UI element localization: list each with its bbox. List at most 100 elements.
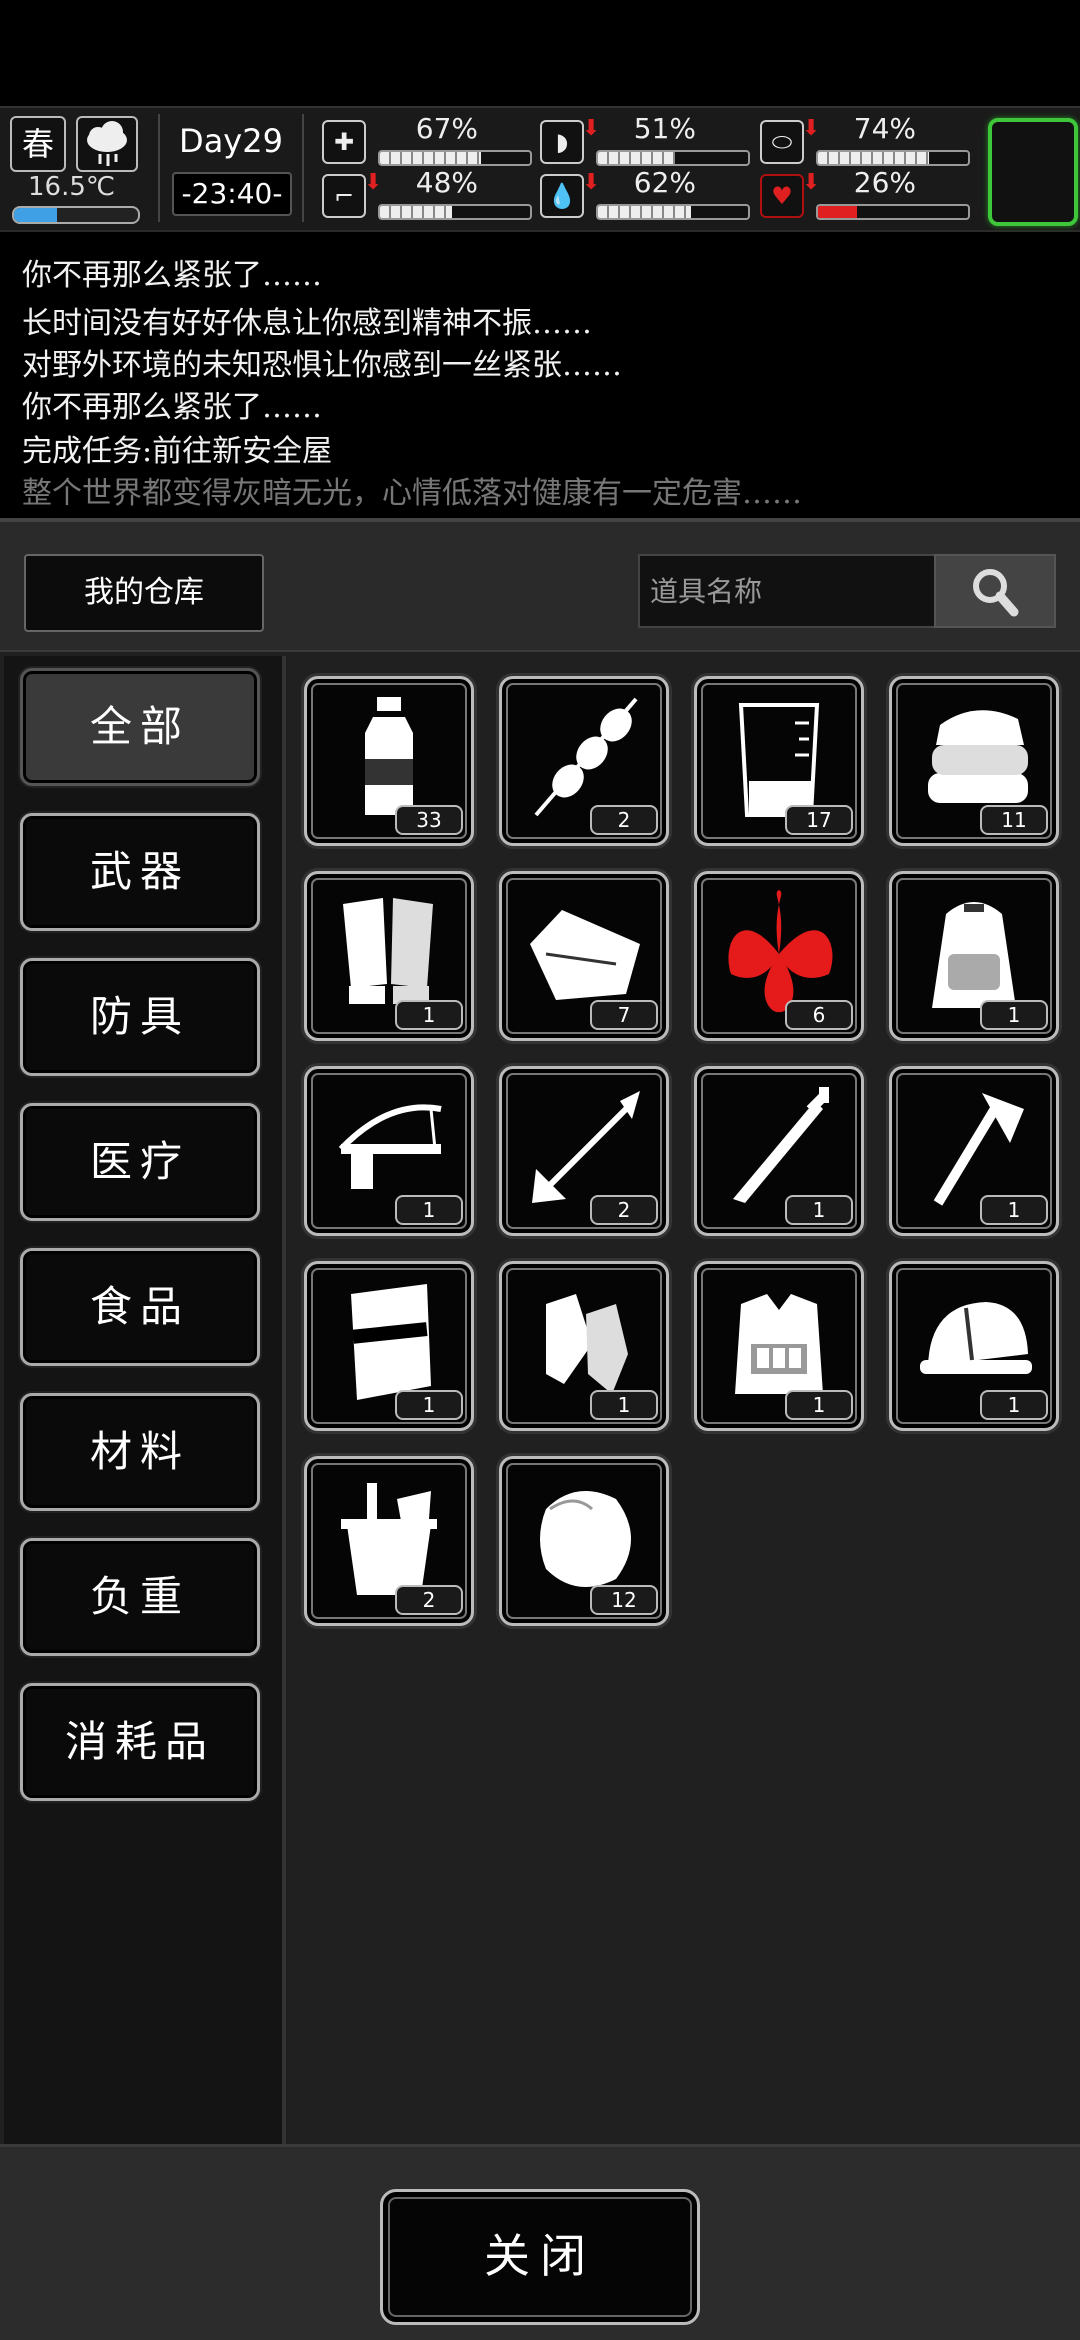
item-count: 1 — [785, 1390, 853, 1420]
item-slot-gloves[interactable]: 1 — [304, 871, 474, 1041]
item-count: 11 — [980, 805, 1048, 835]
day-clock: Day29 -23:40- — [158, 114, 304, 222]
item-count: 7 — [590, 1000, 658, 1030]
message-log: 你不再那么紧张了…… 长时间没有好好休息让你感到精神不振…… 对野外环境的未知恐惧让… — [0, 236, 1080, 516]
category-tab-4[interactable]: 食品 — [20, 1248, 260, 1366]
stat-percent: 67% — [415, 112, 478, 145]
status-bar: 春 16.5℃ Day29 -23:40- ✚ 67% ◗ ⬇ 51% ⬭ ⬇ 74% ⌐ ⬇ 48… — [0, 106, 1080, 232]
temperature-text: 16.5℃ — [28, 172, 116, 202]
item-count: 1 — [590, 1390, 658, 1420]
season-indicator: 春 — [10, 116, 66, 172]
item-slot-tactical-vest[interactable]: 1 — [694, 1261, 864, 1431]
stat-bar — [378, 150, 532, 166]
day-counter: Day29 — [179, 122, 283, 160]
stat-bar — [816, 150, 970, 166]
item-slot-beaker[interactable]: 17 — [694, 676, 864, 846]
close-button[interactable]: 关闭 — [380, 2189, 700, 2325]
decrease-arrow-icon: ⬇ — [802, 116, 821, 141]
heart-icon: ♥ — [760, 174, 804, 218]
item-slot-meat-skewer[interactable]: 2 — [499, 676, 669, 846]
item-count: 2 — [395, 1585, 463, 1615]
decrease-arrow-icon: ⬇ — [802, 170, 821, 195]
decrease-arrow-icon: ⬇ — [582, 170, 601, 195]
item-slot-raw-meat[interactable]: 7 — [499, 871, 669, 1041]
stat-pill: ⬭ ⬇ 74% — [760, 112, 970, 166]
stat-water-drop: 💧 ⬇ 62% — [540, 166, 750, 220]
category-tab-6[interactable]: 负重 — [20, 1538, 260, 1656]
item-slot-steak[interactable]: 12 — [499, 1456, 669, 1626]
item-count: 1 — [395, 1000, 463, 1030]
game-screen: 春 16.5℃ Day29 -23:40- ✚ 67% ◗ ⬇ 51% ⬭ ⬇ 74% ⌐ ⬇ 48… — [0, 0, 1080, 2340]
category-tab-7[interactable]: 消耗品 — [20, 1683, 260, 1801]
item-slot-herb[interactable]: 6 — [694, 871, 864, 1041]
stat-bar — [816, 204, 970, 220]
item-count: 33 — [395, 805, 463, 835]
foot-icon: ⌐ — [322, 174, 366, 218]
item-slot-backpack[interactable]: 1 — [889, 871, 1059, 1041]
item-count: 2 — [590, 805, 658, 835]
stat-stomach: ◗ ⬇ 51% — [540, 112, 750, 166]
search-icon — [973, 569, 1019, 617]
log-line: 长时间没有好好休息让你感到精神不振…… — [22, 306, 592, 341]
stomach-icon: ◗ — [540, 120, 584, 164]
item-count: 2 — [590, 1195, 658, 1225]
category-tab-5[interactable]: 材料 — [20, 1393, 260, 1511]
stat-bar — [378, 204, 532, 220]
pill-icon: ⬭ — [760, 120, 804, 164]
category-tab-3[interactable]: 医疗 — [20, 1103, 260, 1221]
item-slot-leg-armor[interactable]: 1 — [499, 1261, 669, 1431]
search-button[interactable] — [934, 554, 1056, 628]
category-tab-2[interactable]: 防具 — [20, 958, 260, 1076]
warehouse-header: 我的仓库 — [0, 522, 1080, 652]
item-count: 1 — [980, 1195, 1048, 1225]
log-line: 对野外环境的未知恐惧让你感到一丝紧张…… — [22, 348, 622, 383]
stat-percent: 74% — [853, 112, 916, 145]
equipment-slot[interactable] — [988, 118, 1078, 226]
item-slot-arrow[interactable]: 2 — [499, 1066, 669, 1236]
stat-bar — [596, 150, 750, 166]
item-count: 17 — [785, 805, 853, 835]
category-tab-1[interactable]: 武器 — [20, 813, 260, 931]
stat-percent: 51% — [633, 112, 696, 145]
item-count: 1 — [395, 1195, 463, 1225]
item-count: 6 — [785, 1000, 853, 1030]
stat-percent: 26% — [853, 166, 916, 199]
item-count: 1 — [395, 1390, 463, 1420]
decrease-arrow-icon: ⬇ — [364, 170, 383, 195]
stat-heart: ♥ ⬇ 26% — [760, 166, 970, 220]
warehouse-title: 我的仓库 — [24, 554, 264, 632]
item-count: 1 — [980, 1000, 1048, 1030]
item-slot-axe[interactable]: 1 — [889, 1066, 1059, 1236]
item-search-input[interactable] — [638, 554, 934, 628]
temperature-bar — [12, 206, 140, 224]
log-line: 你不再那么紧张了…… — [22, 258, 322, 293]
bottom-bar: 关闭 — [0, 2144, 1080, 2340]
category-tab-0[interactable]: 全部 — [20, 668, 260, 786]
stat-percent: 62% — [633, 166, 696, 199]
water-drop-icon: 💧 — [540, 174, 584, 218]
item-slot-crossbow[interactable]: 1 — [304, 1066, 474, 1236]
stat-medkit: ✚ 67% — [322, 112, 532, 166]
item-slot-hard-hat[interactable]: 1 — [889, 1261, 1059, 1431]
item-slot-cloth[interactable]: 11 — [889, 676, 1059, 846]
stat-bar — [596, 204, 750, 220]
warehouse-panel: 我的仓库 全部武器防具医疗食品材料负重消耗品 33217111761121111… — [0, 518, 1080, 2340]
item-slot-water-bottle[interactable]: 33 — [304, 676, 474, 846]
item-grid: 33 2 17 11 1 7 6 1 1 2 1 1 1 1 1 1 2 12 — [300, 672, 1070, 2212]
category-sidebar: 全部武器防具医疗食品材料负重消耗品 — [4, 656, 286, 2224]
item-slot-bucket[interactable]: 2 — [304, 1456, 474, 1626]
clock-time: -23:40- — [172, 172, 292, 216]
item-count: 12 — [590, 1585, 658, 1615]
medkit-icon: ✚ — [322, 120, 366, 164]
log-line: 整个世界都变得灰暗无光，心情低落对健康有一定危害…… — [22, 476, 802, 511]
stat-foot: ⌐ ⬇ 48% — [322, 166, 532, 220]
log-line: 你不再那么紧张了…… — [22, 390, 322, 425]
decrease-arrow-icon: ⬇ — [582, 116, 601, 141]
cloudy-weather-icon — [76, 116, 138, 172]
item-count: 1 — [980, 1390, 1048, 1420]
item-slot-sword[interactable]: 1 — [694, 1066, 864, 1236]
log-line: 完成任务:前往新安全屋 — [22, 434, 333, 469]
stat-percent: 48% — [415, 166, 478, 199]
item-slot-riot-shield[interactable]: 1 — [304, 1261, 474, 1431]
item-count: 1 — [785, 1195, 853, 1225]
